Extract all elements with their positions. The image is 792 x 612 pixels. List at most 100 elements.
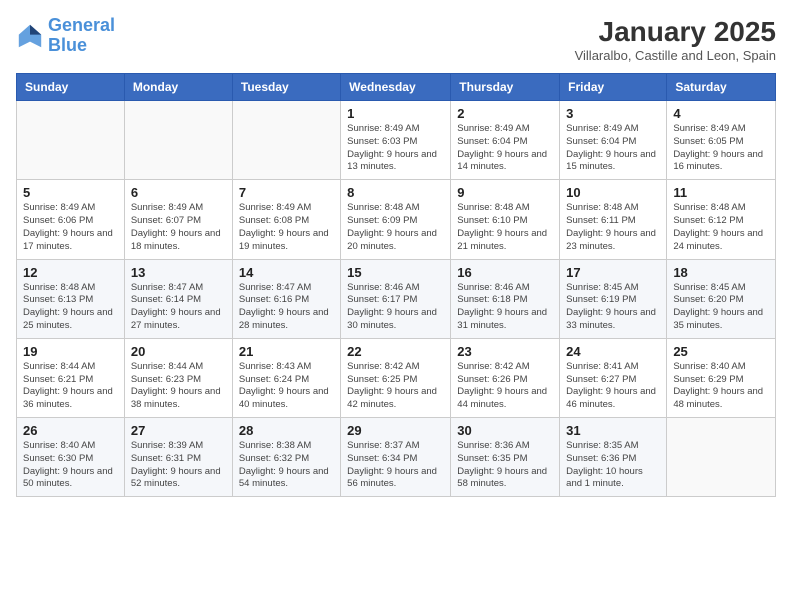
day-number: 21	[239, 344, 334, 359]
calendar-cell: 8 Sunrise: 8:48 AM Sunset: 6:09 PM Daylig…	[341, 180, 451, 259]
day-detail: Sunrise: 8:49 AM Sunset: 6:05 PM Dayligh…	[673, 123, 769, 174]
title-block: January 2025 Villaralbo, Castille and Le…	[575, 16, 776, 63]
day-number: 17	[566, 265, 660, 280]
day-detail: Sunrise: 8:35 AM Sunset: 6:36 PM Dayligh…	[566, 440, 660, 491]
day-detail: Sunrise: 8:48 AM Sunset: 6:12 PM Dayligh…	[673, 202, 769, 253]
day-detail: Sunrise: 8:48 AM Sunset: 6:11 PM Dayligh…	[566, 202, 660, 253]
day-detail: Sunrise: 8:49 AM Sunset: 6:08 PM Dayligh…	[239, 202, 334, 253]
day-detail: Sunrise: 8:45 AM Sunset: 6:19 PM Dayligh…	[566, 282, 660, 333]
page-header: General Blue January 2025 Villaralbo, Ca…	[16, 16, 776, 63]
day-number: 29	[347, 423, 444, 438]
day-detail: Sunrise: 8:38 AM Sunset: 6:32 PM Dayligh…	[239, 440, 334, 491]
day-detail: Sunrise: 8:48 AM Sunset: 6:09 PM Dayligh…	[347, 202, 444, 253]
calendar-cell: 22 Sunrise: 8:42 AM Sunset: 6:25 PM Dayli…	[341, 338, 451, 417]
calendar-cell: 30 Sunrise: 8:36 AM Sunset: 6:35 PM Dayli…	[451, 418, 560, 497]
calendar-cell: 25 Sunrise: 8:40 AM Sunset: 6:29 PM Dayli…	[667, 338, 776, 417]
day-number: 30	[457, 423, 553, 438]
day-number: 12	[23, 265, 118, 280]
calendar-cell: 26 Sunrise: 8:40 AM Sunset: 6:30 PM Dayli…	[17, 418, 125, 497]
day-detail: Sunrise: 8:40 AM Sunset: 6:29 PM Dayligh…	[673, 361, 769, 412]
calendar-cell: 10 Sunrise: 8:48 AM Sunset: 6:11 PM Dayli…	[560, 180, 667, 259]
logo-text: General Blue	[48, 16, 115, 56]
calendar-cell: 2Sunrise: 8:49 AM Sunset: 6:04 PM Daylig…	[451, 101, 560, 180]
calendar-cell: 28 Sunrise: 8:38 AM Sunset: 6:32 PM Dayli…	[232, 418, 340, 497]
day-number: 13	[131, 265, 226, 280]
calendar-cell: 12 Sunrise: 8:48 AM Sunset: 6:13 PM Dayli…	[17, 259, 125, 338]
day-number: 18	[673, 265, 769, 280]
day-detail: Sunrise: 8:44 AM Sunset: 6:23 PM Dayligh…	[131, 361, 226, 412]
calendar-cell: 21 Sunrise: 8:43 AM Sunset: 6:24 PM Dayli…	[232, 338, 340, 417]
weekday-header-friday: Friday	[560, 74, 667, 101]
weekday-header-thursday: Thursday	[451, 74, 560, 101]
logo-icon	[16, 22, 44, 50]
day-number: 8	[347, 185, 444, 200]
calendar-cell: 31 Sunrise: 8:35 AM Sunset: 6:36 PM Dayli…	[560, 418, 667, 497]
calendar-cell: 11Sunrise: 8:48 AM Sunset: 6:12 PM Dayli…	[667, 180, 776, 259]
day-detail: Sunrise: 8:47 AM Sunset: 6:14 PM Dayligh…	[131, 282, 226, 333]
day-number: 1	[347, 106, 444, 121]
calendar-cell	[232, 101, 340, 180]
day-detail: Sunrise: 8:39 AM Sunset: 6:31 PM Dayligh…	[131, 440, 226, 491]
calendar-cell: 3 Sunrise: 8:49 AM Sunset: 6:04 PM Daylig…	[560, 101, 667, 180]
calendar-cell: 13 Sunrise: 8:47 AM Sunset: 6:14 PM Dayli…	[124, 259, 232, 338]
calendar-cell: 14 Sunrise: 8:47 AM Sunset: 6:16 PM Dayli…	[232, 259, 340, 338]
day-number: 4	[673, 106, 769, 121]
calendar-cell: 27 Sunrise: 8:39 AM Sunset: 6:31 PM Dayli…	[124, 418, 232, 497]
day-number: 28	[239, 423, 334, 438]
calendar-cell: 7Sunrise: 8:49 AM Sunset: 6:08 PM Daylig…	[232, 180, 340, 259]
day-detail: Sunrise: 8:37 AM Sunset: 6:34 PM Dayligh…	[347, 440, 444, 491]
day-detail: Sunrise: 8:41 AM Sunset: 6:27 PM Dayligh…	[566, 361, 660, 412]
calendar-cell: 18 Sunrise: 8:45 AM Sunset: 6:20 PM Dayli…	[667, 259, 776, 338]
calendar-cell: 16Sunrise: 8:46 AM Sunset: 6:18 PM Dayli…	[451, 259, 560, 338]
day-number: 26	[23, 423, 118, 438]
day-detail: Sunrise: 8:49 AM Sunset: 6:07 PM Dayligh…	[131, 202, 226, 253]
month-title: January 2025	[575, 16, 776, 48]
day-detail: Sunrise: 8:36 AM Sunset: 6:35 PM Dayligh…	[457, 440, 553, 491]
weekday-header-monday: Monday	[124, 74, 232, 101]
day-number: 15	[347, 265, 444, 280]
day-number: 3	[566, 106, 660, 121]
day-number: 23	[457, 344, 553, 359]
calendar-cell: 19 Sunrise: 8:44 AM Sunset: 6:21 PM Dayli…	[17, 338, 125, 417]
day-detail: Sunrise: 8:49 AM Sunset: 6:04 PM Dayligh…	[566, 123, 660, 174]
day-detail: Sunrise: 8:43 AM Sunset: 6:24 PM Dayligh…	[239, 361, 334, 412]
calendar-cell: 29 Sunrise: 8:37 AM Sunset: 6:34 PM Dayli…	[341, 418, 451, 497]
day-detail: Sunrise: 8:48 AM Sunset: 6:13 PM Dayligh…	[23, 282, 118, 333]
location: Villaralbo, Castille and Leon, Spain	[575, 48, 776, 63]
calendar-cell: 9 Sunrise: 8:48 AM Sunset: 6:10 PM Daylig…	[451, 180, 560, 259]
day-number: 31	[566, 423, 660, 438]
day-number: 22	[347, 344, 444, 359]
day-number: 20	[131, 344, 226, 359]
day-detail: Sunrise: 8:42 AM Sunset: 6:25 PM Dayligh…	[347, 361, 444, 412]
calendar-cell: 5Sunrise: 8:49 AM Sunset: 6:06 PM Daylig…	[17, 180, 125, 259]
calendar-cell	[667, 418, 776, 497]
calendar-cell	[124, 101, 232, 180]
day-detail: Sunrise: 8:42 AM Sunset: 6:26 PM Dayligh…	[457, 361, 553, 412]
weekday-header-wednesday: Wednesday	[341, 74, 451, 101]
calendar-cell: 4 Sunrise: 8:49 AM Sunset: 6:05 PM Daylig…	[667, 101, 776, 180]
weekday-header-tuesday: Tuesday	[232, 74, 340, 101]
calendar-cell: 6Sunrise: 8:49 AM Sunset: 6:07 PM Daylig…	[124, 180, 232, 259]
day-number: 19	[23, 344, 118, 359]
calendar-cell: 15Sunrise: 8:46 AM Sunset: 6:17 PM Dayli…	[341, 259, 451, 338]
day-number: 25	[673, 344, 769, 359]
day-detail: Sunrise: 8:49 AM Sunset: 6:04 PM Dayligh…	[457, 123, 553, 174]
day-number: 10	[566, 185, 660, 200]
day-number: 16	[457, 265, 553, 280]
day-detail: Sunrise: 8:47 AM Sunset: 6:16 PM Dayligh…	[239, 282, 334, 333]
day-detail: Sunrise: 8:48 AM Sunset: 6:10 PM Dayligh…	[457, 202, 553, 253]
calendar-cell: 17 Sunrise: 8:45 AM Sunset: 6:19 PM Dayli…	[560, 259, 667, 338]
day-number: 27	[131, 423, 226, 438]
calendar-cell	[17, 101, 125, 180]
day-detail: Sunrise: 8:49 AM Sunset: 6:03 PM Dayligh…	[347, 123, 444, 174]
logo: General Blue	[16, 16, 115, 56]
day-detail: Sunrise: 8:44 AM Sunset: 6:21 PM Dayligh…	[23, 361, 118, 412]
calendar-cell: 1 Sunrise: 8:49 AM Sunset: 6:03 PM Daylig…	[341, 101, 451, 180]
day-detail: Sunrise: 8:49 AM Sunset: 6:06 PM Dayligh…	[23, 202, 118, 253]
day-number: 24	[566, 344, 660, 359]
day-detail: Sunrise: 8:45 AM Sunset: 6:20 PM Dayligh…	[673, 282, 769, 333]
day-detail: Sunrise: 8:40 AM Sunset: 6:30 PM Dayligh…	[23, 440, 118, 491]
day-number: 9	[457, 185, 553, 200]
calendar-cell: 20 Sunrise: 8:44 AM Sunset: 6:23 PM Dayli…	[124, 338, 232, 417]
day-number: 14	[239, 265, 334, 280]
